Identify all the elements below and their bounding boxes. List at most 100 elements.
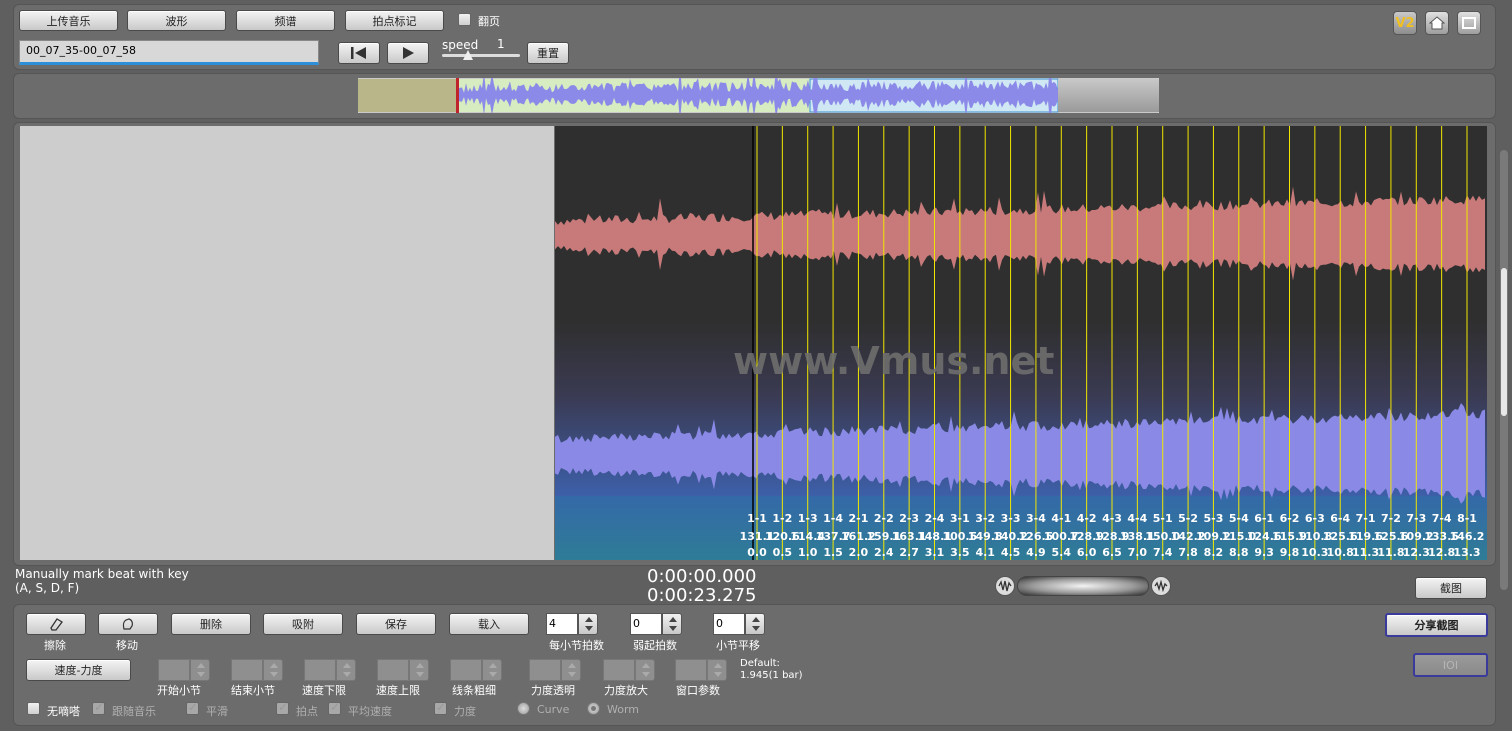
tempo-max-stepper[interactable] xyxy=(377,659,429,681)
spectrum-button[interactable]: 频谱 xyxy=(236,10,335,31)
beats-per-bar-label: 每小节拍数 xyxy=(549,639,604,652)
beat-point-label: 拍点 xyxy=(296,705,318,718)
skip-to-start-button[interactable] xyxy=(338,42,380,64)
beat-label: 4-2 xyxy=(1076,512,1097,525)
start-bar-label: 开始小节 xyxy=(157,684,201,697)
beat-label: 9.8 xyxy=(1279,546,1300,559)
snap-button[interactable]: 吸附 xyxy=(263,613,343,635)
screenshot-button[interactable]: 截图 xyxy=(1415,577,1487,599)
follow-music-checkbox[interactable] xyxy=(92,700,105,715)
dyn-zoom-stepper[interactable] xyxy=(603,659,655,681)
end-bar-label: 结束小节 xyxy=(231,684,275,697)
home-icon[interactable] xyxy=(1425,11,1449,35)
vertical-scrollbar-thumb[interactable] xyxy=(1501,268,1507,416)
v2-badge[interactable]: V2 xyxy=(1393,11,1417,35)
beat-label: 7.8 xyxy=(1178,546,1198,559)
ioi-button[interactable]: IOI xyxy=(1413,653,1488,677)
upload-music-button[interactable]: 上传音乐 xyxy=(19,10,118,31)
bar-shift-stepper[interactable]: 0 xyxy=(713,613,765,635)
dynamics-checkbox[interactable] xyxy=(434,700,447,715)
no-ticks-checkbox[interactable] xyxy=(27,702,40,715)
waveform-toggle-icon-right[interactable] xyxy=(1151,576,1171,596)
dyn-opacity-stepper[interactable] xyxy=(529,659,581,681)
beat-label: 9.3 xyxy=(1254,546,1274,559)
curve-radio[interactable] xyxy=(517,702,530,715)
beats-per-bar-input[interactable]: 4 xyxy=(546,613,578,635)
end-bar-stepper[interactable] xyxy=(231,659,283,681)
volume-slider[interactable] xyxy=(1017,576,1149,596)
play-button[interactable] xyxy=(387,42,429,64)
blank-left-area xyxy=(20,126,554,560)
window-param-stepper[interactable] xyxy=(675,659,727,681)
eraser-icon xyxy=(50,618,63,631)
beat-label: 10.8 xyxy=(1326,546,1354,559)
dyn-zoom-label: 力度放大 xyxy=(604,684,648,697)
beat-mark-button[interactable]: 拍点标记 xyxy=(345,10,444,31)
flip-page-label: 翻页 xyxy=(478,15,500,28)
beat-label: 8.2 xyxy=(1203,546,1224,559)
beat-point-checkbox[interactable] xyxy=(276,700,289,715)
share-screenshot-button[interactable]: 分享截图 xyxy=(1385,613,1488,637)
line-width-stepper[interactable] xyxy=(450,659,502,681)
beat-label: 1-2 xyxy=(772,512,793,525)
reset-button[interactable]: 重置 xyxy=(527,42,569,64)
beat-label: 7-3 xyxy=(1406,512,1427,525)
bar-shift-input[interactable]: 0 xyxy=(713,613,745,635)
beats-per-bar-stepper[interactable]: 4 xyxy=(546,613,598,635)
beat-label: 8.8 xyxy=(1229,546,1249,559)
move-label: 移动 xyxy=(116,639,138,652)
play-icon xyxy=(403,47,414,59)
save-button[interactable]: 保存 xyxy=(356,613,436,635)
line-width-label: 线条粗细 xyxy=(452,684,496,697)
speed-slider-handle[interactable] xyxy=(463,50,473,60)
beat-label: 11.8 xyxy=(1377,546,1405,559)
beat-label: 1-1 xyxy=(747,512,767,525)
no-ticks-label: 无嘀嗒 xyxy=(47,705,80,718)
pickup-stepper[interactable]: 0 xyxy=(630,613,682,635)
delete-button[interactable]: 删除 xyxy=(171,613,251,635)
beat-label: 3-4 xyxy=(1025,512,1046,525)
beat-label: 4-1 xyxy=(1051,512,1072,525)
avg-tempo-label: 平均速度 xyxy=(348,705,392,718)
smooth-checkbox[interactable] xyxy=(186,700,199,715)
dyn-opacity-label: 力度透明 xyxy=(531,684,575,697)
load-button[interactable]: 载入 xyxy=(449,613,529,635)
beat-label: 6-3 xyxy=(1304,512,1325,525)
speed-slider-track[interactable] xyxy=(442,54,520,57)
waveform-button[interactable]: 波形 xyxy=(127,10,226,31)
bar-shift-label: 小节平移 xyxy=(716,639,760,652)
beat-label: 5-3 xyxy=(1203,512,1224,525)
window-param-label: 窗口参数 xyxy=(676,684,720,697)
avg-tempo-checkbox[interactable] xyxy=(328,700,341,715)
hand-icon xyxy=(122,618,133,630)
beat-label: 3.1 xyxy=(924,546,945,559)
beat-label: 5-2 xyxy=(1178,512,1198,525)
beat-label: 2.7 xyxy=(899,546,919,559)
beat-label: 8-1 xyxy=(1457,512,1477,525)
worm-radio[interactable] xyxy=(587,702,600,715)
beat-label: 6.5 xyxy=(1102,546,1122,559)
beat-label: 2.4 xyxy=(874,546,894,559)
beat-label: 12.3 xyxy=(1402,546,1430,559)
tempo-max-label: 速度上限 xyxy=(376,684,420,697)
flip-page-checkbox[interactable] xyxy=(458,13,471,26)
tempo-min-stepper[interactable] xyxy=(304,659,356,681)
waveform-toggle-icon[interactable] xyxy=(995,576,1015,596)
current-time: 0:00:00.000 xyxy=(647,566,757,587)
pickup-input[interactable]: 0 xyxy=(630,613,662,635)
tempo-dynamics-button[interactable]: 速度-力度 xyxy=(26,659,131,681)
beat-label: 7-4 xyxy=(1431,512,1452,525)
start-bar-stepper[interactable] xyxy=(158,659,210,681)
erase-button[interactable] xyxy=(26,613,86,635)
beat-label: 7.4 xyxy=(1152,546,1173,559)
move-button[interactable] xyxy=(98,613,158,635)
filename-field[interactable]: 00_07_35-00_07_58 xyxy=(19,40,319,65)
beat-label: 3-1 xyxy=(949,512,970,525)
pickup-label: 弱起拍数 xyxy=(633,639,677,652)
beat-label: 2-4 xyxy=(924,512,945,525)
fullscreen-icon[interactable] xyxy=(1457,11,1481,35)
beat-label: 3-2 xyxy=(975,512,996,525)
curve-label: Curve xyxy=(537,703,570,716)
follow-music-label: 跟随音乐 xyxy=(112,705,156,718)
overview-waveform[interactable] xyxy=(358,78,1159,113)
